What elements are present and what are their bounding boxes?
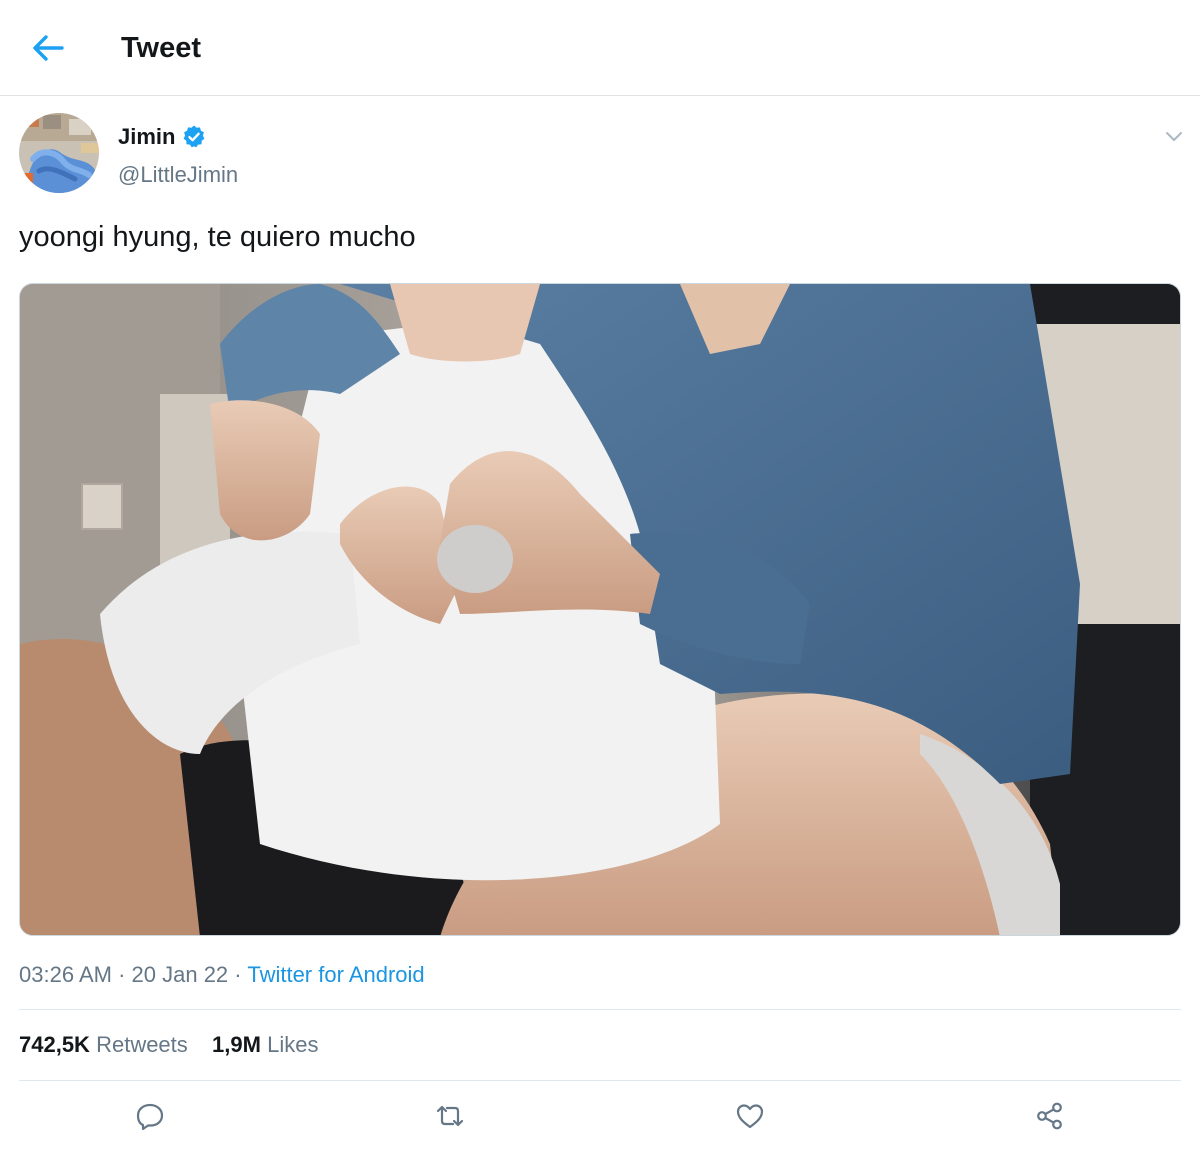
divider <box>19 1009 1181 1010</box>
retweets-label: Retweets <box>96 1032 188 1057</box>
share-icon <box>1037 1102 1062 1130</box>
avatar[interactable] <box>19 113 99 193</box>
page-title: Tweet <box>121 32 202 64</box>
meta-separator: · <box>234 962 242 987</box>
chevron-down-icon <box>1166 132 1182 141</box>
reply-icon <box>136 1103 164 1131</box>
back-button[interactable] <box>28 28 68 68</box>
meta-separator: · <box>118 962 126 987</box>
tweet-date: 20 Jan 22 <box>131 962 229 987</box>
author-handle[interactable]: @LittleJimin <box>118 160 238 190</box>
verified-badge-icon <box>181 124 207 150</box>
tweet-text: yoongi hyung, te quiero mucho <box>19 221 416 253</box>
likes-label: Likes <box>267 1032 319 1057</box>
like-button[interactable] <box>733 1099 767 1133</box>
retweet-button[interactable] <box>433 1099 467 1133</box>
tweet-meta: 03:26 AM · 20 Jan 22 · Twitter for Andro… <box>19 960 425 990</box>
retweets-stat[interactable]: 742,5K Retweets <box>19 1030 188 1060</box>
top-bar: Tweet <box>0 0 1200 96</box>
likes-stat[interactable]: 1,9M Likes <box>212 1030 318 1060</box>
more-options-button[interactable] <box>1160 122 1188 150</box>
arrow-left-icon <box>33 35 64 61</box>
likes-count: 1,9M <box>212 1032 261 1057</box>
reply-button[interactable] <box>133 1099 167 1133</box>
tweet-source-link[interactable]: Twitter for Android <box>247 962 424 987</box>
retweets-count: 742,5K <box>19 1032 90 1057</box>
divider <box>19 1080 1181 1081</box>
retweet-icon <box>436 1105 464 1127</box>
share-button[interactable] <box>1033 1099 1067 1133</box>
tweet-stats: 742,5K Retweets 1,9M Likes <box>19 1030 318 1060</box>
tweet-photo[interactable] <box>19 283 1181 936</box>
tweet-time: 03:26 AM <box>19 962 112 987</box>
like-icon <box>736 1104 764 1129</box>
author-name[interactable]: Jimin <box>118 122 175 152</box>
